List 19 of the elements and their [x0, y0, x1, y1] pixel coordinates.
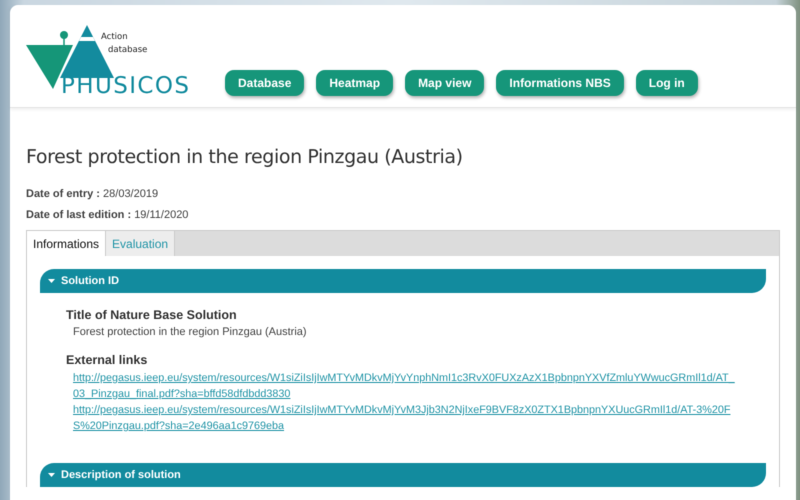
field-value: Forest protection in the region Pinzgau (Austria) [72, 325, 308, 340]
field-label: External links [66, 353, 148, 367]
page-title: Forest protection in the region Pinzgau (Austria) [26, 146, 464, 168]
nav-button[interactable]: Informations NBS [496, 70, 624, 96]
section-header[interactable]: Description of solution [40, 463, 766, 487]
phusicos-logo: Action database PHUSICOS [26, 23, 196, 101]
section-header[interactable]: Solution ID [40, 269, 766, 293]
nav-button[interactable]: Database [225, 70, 304, 96]
section-title: Solution ID [61, 275, 120, 287]
nav-button[interactable]: Heatmap [316, 70, 394, 96]
section-title: Description of solution [61, 469, 181, 481]
meta-line: Date of entry : 28/03/2019 [26, 188, 160, 200]
tab[interactable]: Informations [27, 231, 106, 256]
external-link[interactable]: http://pegasus.ieep.eu/system/resources/W1siZiIsIjIwMTYvMDkvMjYvM3Jjb3N2NjIxeF9BVF8zX0ZTX1BpbnpnYXUucGRmIl1d/AT-3%20FS%20Pinzgau.pdf?sha=2e496aa1c9769eba [66, 402, 737, 434]
nav-button[interactable]: Map view [405, 70, 484, 96]
tab[interactable]: Evaluation [106, 231, 176, 256]
meta-line: Date of last edition : 19/11/2020 [26, 209, 190, 221]
field-label: Title of Nature Base Solution [66, 308, 238, 322]
nav-button[interactable]: Log in [636, 70, 698, 96]
